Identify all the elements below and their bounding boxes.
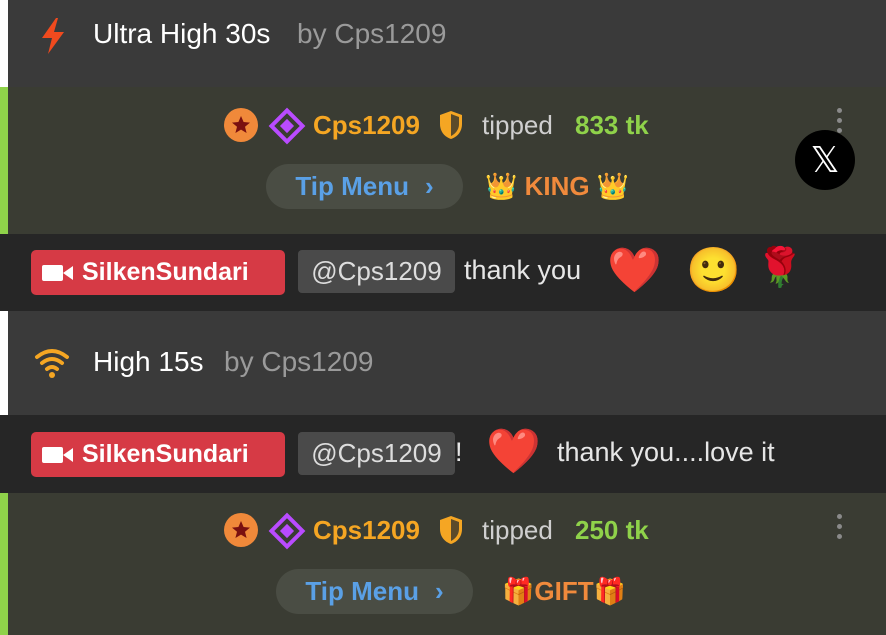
lightning-icon bbox=[42, 18, 64, 54]
chevron-right-icon: › bbox=[434, 576, 444, 606]
x-share-icon[interactable]: 𝕏 bbox=[795, 130, 855, 190]
toy-by-text: by Cps1209 bbox=[297, 18, 447, 49]
tip-amount: 250 tk bbox=[575, 515, 649, 545]
tipped-text: tipped bbox=[482, 110, 553, 140]
chat-message: SilkenSundari @Cps1209 ! ❤️ thank you...… bbox=[0, 415, 886, 493]
wifi-icon bbox=[35, 349, 69, 378]
diamond-icon bbox=[268, 512, 306, 550]
toy-by-text: by Cps1209 bbox=[224, 346, 374, 377]
toy-level-title: Ultra High 30s bbox=[93, 18, 271, 49]
tip-menu-button[interactable]: Tip Menu › bbox=[276, 569, 473, 614]
toy-level-title: High 15s bbox=[93, 346, 204, 377]
exclamation-text: ! bbox=[455, 437, 463, 467]
broadcaster-name: SilkenSundari bbox=[82, 258, 249, 286]
user-mention[interactable]: @Cps1209 bbox=[298, 432, 455, 475]
chat-message: SilkenSundari @Cps1209 thank you ❤️ 🙂 🌹 bbox=[0, 234, 886, 311]
shield-icon bbox=[440, 111, 462, 139]
tip-menu-button[interactable]: Tip Menu › bbox=[266, 164, 463, 209]
rose-emoji: 🌹 bbox=[756, 247, 804, 289]
user-mention[interactable]: @Cps1209 bbox=[298, 250, 455, 293]
video-camera-icon bbox=[42, 264, 73, 281]
star-badge-icon bbox=[224, 513, 258, 547]
tipped-text: tipped bbox=[482, 515, 553, 545]
tip-menu-label: Tip Menu bbox=[295, 171, 409, 201]
tip-notification: Cps1209 tipped 833 tk Tip Menu › 👑 KING … bbox=[0, 87, 886, 234]
star-badge-icon bbox=[224, 108, 258, 142]
neutral-face-emoji: 🙂 bbox=[686, 246, 741, 295]
tipper-username[interactable]: Cps1209 bbox=[313, 110, 420, 141]
chat-message-text: thank you bbox=[464, 255, 582, 285]
tip-item-label: 🎁GIFT🎁 bbox=[502, 576, 626, 606]
shield-icon bbox=[440, 516, 462, 544]
tip-menu-label: Tip Menu bbox=[305, 576, 419, 606]
toy-activation-row: High 15s by Cps1209 bbox=[0, 311, 886, 415]
tipper-username[interactable]: Cps1209 bbox=[313, 515, 420, 546]
broadcaster-badge[interactable]: SilkenSundari bbox=[31, 250, 285, 295]
broadcaster-name: SilkenSundari bbox=[82, 440, 249, 468]
toy-activation-row: Ultra High 30s by Cps1209 bbox=[0, 0, 886, 87]
chevron-right-icon: › bbox=[424, 171, 434, 201]
chat-message-text: thank you....love it bbox=[557, 437, 775, 467]
tip-amount: 833 tk bbox=[575, 110, 649, 140]
heart-emoji: ❤️ bbox=[486, 427, 541, 476]
heart-emoji: ❤️ bbox=[607, 246, 662, 295]
video-camera-icon bbox=[42, 446, 73, 463]
tip-notification: Cps1209 tipped 250 tk Tip Menu › 🎁GIFT🎁 bbox=[0, 493, 886, 635]
tip-item-label: 👑 KING 👑 bbox=[485, 171, 630, 201]
broadcaster-badge[interactable]: SilkenSundari bbox=[31, 432, 285, 477]
more-options-icon[interactable] bbox=[837, 514, 843, 544]
diamond-icon bbox=[268, 107, 306, 145]
